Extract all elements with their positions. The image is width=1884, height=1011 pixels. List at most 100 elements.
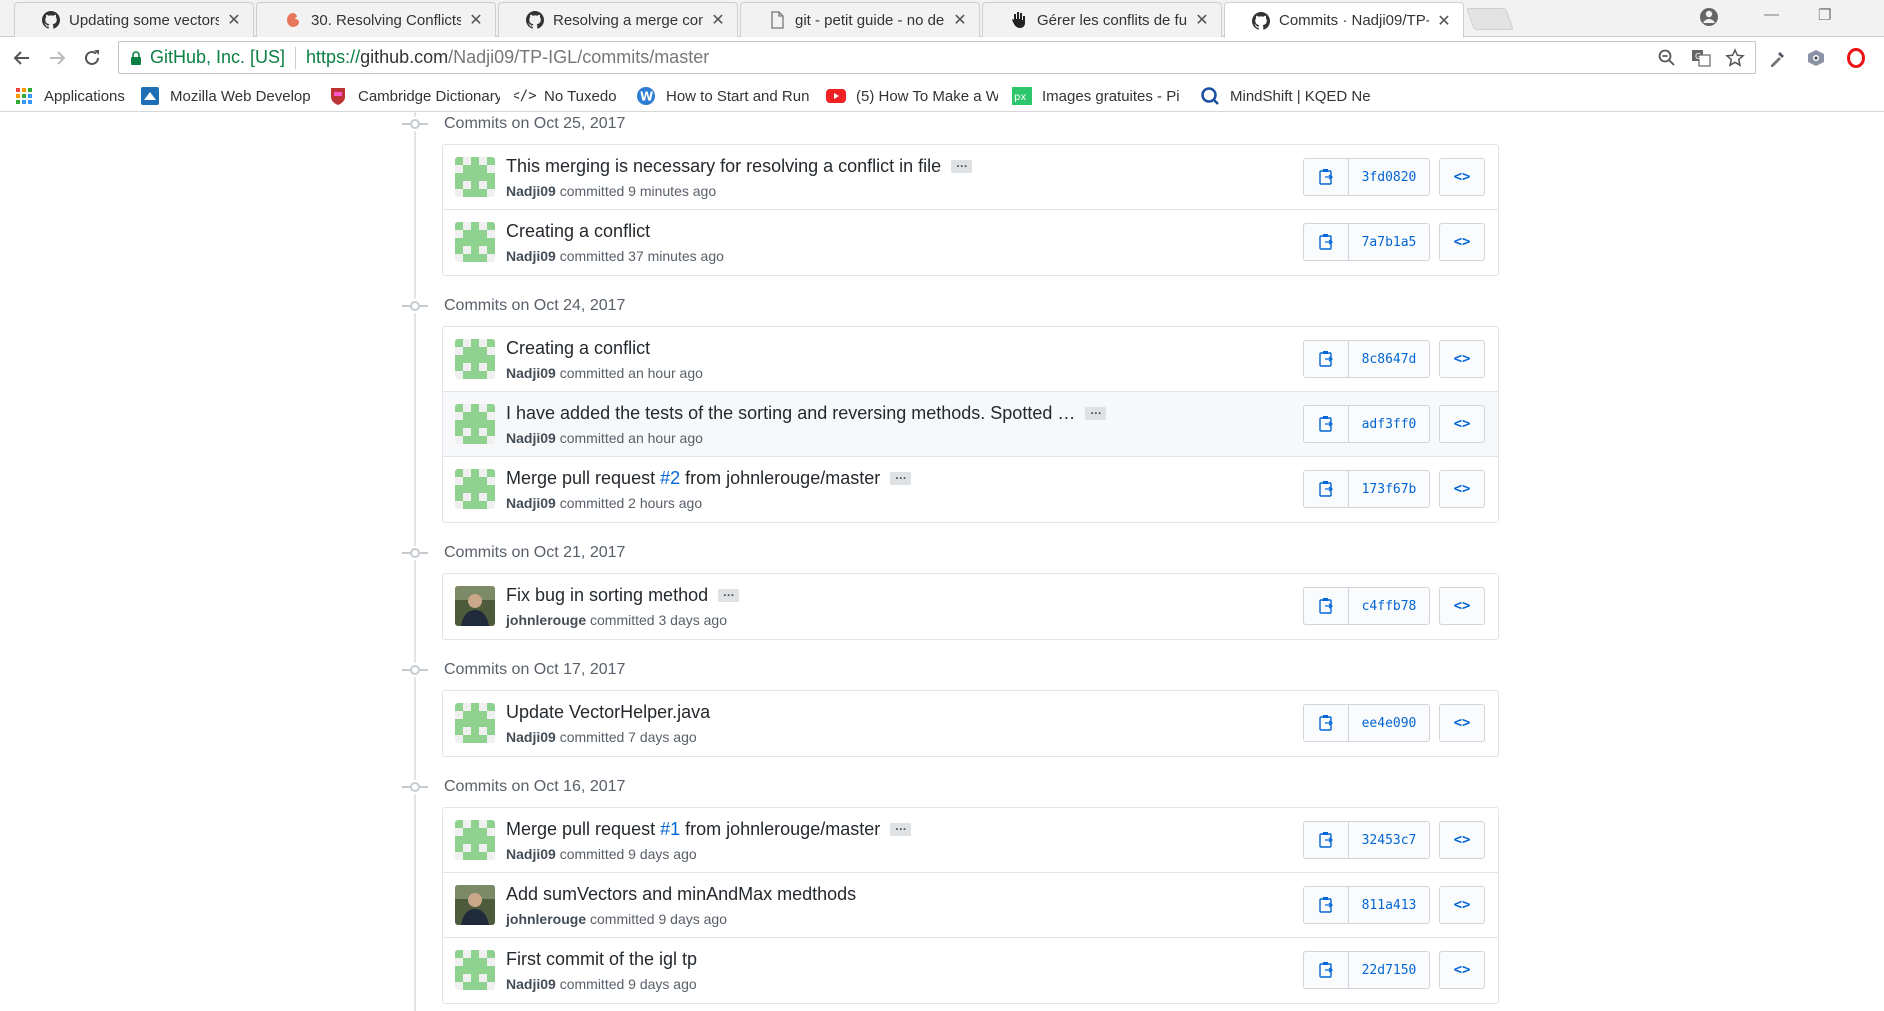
bookmark-item[interactable]: W How to Start and Run xyxy=(636,85,810,107)
clipboard-icon[interactable] xyxy=(1304,471,1349,507)
commit-title-link[interactable]: Fix bug in sorting method xyxy=(506,585,708,606)
clipboard-icon[interactable] xyxy=(1304,159,1349,195)
avatar[interactable] xyxy=(455,703,495,743)
close-icon[interactable]: ✕ xyxy=(1195,10,1209,30)
browser-tab-active[interactable]: Commits · Nadji09/TP-IG ✕ xyxy=(1224,2,1464,38)
reload-icon[interactable] xyxy=(80,46,104,70)
commit-title-link[interactable]: Update VectorHelper.java xyxy=(506,702,710,723)
browser-tab[interactable]: Gérer les conflits de fusio ✕ xyxy=(982,2,1222,37)
commit-title-link[interactable]: from johnlerouge/master xyxy=(680,468,880,489)
author-link[interactable]: Nadji09 xyxy=(506,846,556,862)
browse-repo-button[interactable]: <> xyxy=(1439,951,1485,989)
browse-repo-button[interactable]: <> xyxy=(1439,821,1485,859)
commit-title-link[interactable]: First commit of the igl tp xyxy=(506,949,697,970)
issue-link[interactable]: #2 xyxy=(660,468,680,489)
commit-sha-link[interactable]: 22d7150 xyxy=(1349,952,1429,988)
bookmark-item[interactable]: px Images gratuites - Pi xyxy=(1012,85,1186,107)
new-tab-button[interactable] xyxy=(1465,8,1515,30)
minimize-icon[interactable]: — xyxy=(1764,6,1779,23)
author-link[interactable]: johnlerouge xyxy=(506,612,586,628)
avatar[interactable] xyxy=(455,404,495,444)
site-identity[interactable]: GitHub, Inc. [US] xyxy=(150,47,285,68)
close-icon[interactable]: ✕ xyxy=(469,10,483,30)
expand-message-button[interactable]: … xyxy=(951,157,973,173)
bookmark-item[interactable]: Cambridge Dictionary xyxy=(328,85,500,107)
author-link[interactable]: Nadji09 xyxy=(506,430,556,446)
opera-icon[interactable] xyxy=(1844,46,1868,70)
author-link[interactable]: Nadji09 xyxy=(506,976,556,992)
back-arrow-icon[interactable] xyxy=(10,46,34,70)
clipboard-icon[interactable] xyxy=(1304,224,1349,260)
commit-sha-link[interactable]: 8c8647d xyxy=(1349,341,1429,377)
commit-title-link[interactable]: Add sumVectors and minAndMax medthods xyxy=(506,884,856,905)
avatar[interactable] xyxy=(455,950,495,990)
avatar[interactable] xyxy=(455,586,495,626)
commit-title-link[interactable]: Merge pull request xyxy=(506,819,660,840)
close-icon[interactable]: ✕ xyxy=(1437,11,1451,31)
close-icon[interactable]: ✕ xyxy=(711,10,725,30)
browse-repo-button[interactable]: <> xyxy=(1439,340,1485,378)
bookmark-item[interactable]: Applications xyxy=(14,85,132,107)
bookmark-item[interactable]: (5) How To Make a W xyxy=(826,85,998,107)
clipboard-icon[interactable] xyxy=(1304,887,1349,923)
author-link[interactable]: Nadji09 xyxy=(506,365,556,381)
close-icon[interactable]: ✕ xyxy=(227,10,241,30)
lock-icon[interactable] xyxy=(130,50,142,65)
clipboard-icon[interactable] xyxy=(1304,341,1349,377)
browser-tab[interactable]: git - petit guide - no dee ✕ xyxy=(740,2,980,37)
avatar[interactable] xyxy=(455,157,495,197)
commit-sha-link[interactable]: 811a413 xyxy=(1349,887,1429,923)
author-link[interactable]: Nadji09 xyxy=(506,248,556,264)
author-link[interactable]: Nadji09 xyxy=(506,495,556,511)
browse-repo-button[interactable]: <> xyxy=(1439,223,1485,261)
bookmark-item[interactable]: Mozilla Web Develop xyxy=(140,85,312,107)
browse-repo-button[interactable]: <> xyxy=(1439,587,1485,625)
browse-repo-button[interactable]: <> xyxy=(1439,470,1485,508)
expand-message-button[interactable]: … xyxy=(1085,404,1107,420)
expand-message-button[interactable]: … xyxy=(890,469,912,485)
eye-extension-icon[interactable] xyxy=(1804,46,1828,70)
browser-tab[interactable]: Updating some vectors' ✕ xyxy=(14,2,254,37)
browser-tab[interactable]: 30. Resolving Conflicts ✕ xyxy=(256,2,496,37)
expand-message-button[interactable]: … xyxy=(890,820,912,836)
commit-sha-link[interactable]: 173f67b xyxy=(1349,471,1429,507)
eyedropper-icon[interactable] xyxy=(1766,46,1790,70)
browse-repo-button[interactable]: <> xyxy=(1439,158,1485,196)
bookmark-item[interactable]: </> No Tuxedo xyxy=(514,85,626,107)
commit-sha-link[interactable]: ee4e090 xyxy=(1349,705,1429,741)
clipboard-icon[interactable] xyxy=(1304,406,1349,442)
avatar[interactable] xyxy=(455,469,495,509)
profile-icon[interactable] xyxy=(1697,5,1721,34)
clipboard-icon[interactable] xyxy=(1304,952,1349,988)
author-link[interactable]: johnlerouge xyxy=(506,911,586,927)
forward-arrow-icon[interactable] xyxy=(45,46,69,70)
browse-repo-button[interactable]: <> xyxy=(1439,704,1485,742)
commit-title-link[interactable]: Creating a conflict xyxy=(506,338,650,359)
commit-sha-link[interactable]: 7a7b1a5 xyxy=(1349,224,1429,260)
commit-title-link[interactable]: I have added the tests of the sorting an… xyxy=(506,403,1075,424)
browser-tab[interactable]: Resolving a merge confli ✕ xyxy=(498,2,738,37)
commit-sha-link[interactable]: 32453c7 xyxy=(1349,822,1429,858)
avatar[interactable] xyxy=(455,339,495,379)
address-bar[interactable]: GitHub, Inc. [US] https:// github.com /N… xyxy=(118,41,1756,74)
commit-title-link[interactable]: This merging is necessary for resolving … xyxy=(506,156,941,177)
clipboard-icon[interactable] xyxy=(1304,588,1349,624)
commit-sha-link[interactable]: adf3ff0 xyxy=(1349,406,1429,442)
browse-repo-button[interactable]: <> xyxy=(1439,405,1485,443)
issue-link[interactable]: #1 xyxy=(660,819,680,840)
author-link[interactable]: Nadji09 xyxy=(506,729,556,745)
commit-title-link[interactable]: from johnlerouge/master xyxy=(680,819,880,840)
commit-title-link[interactable]: Merge pull request xyxy=(506,468,660,489)
avatar[interactable] xyxy=(455,820,495,860)
commit-sha-link[interactable]: c4ffb78 xyxy=(1349,588,1429,624)
expand-message-button[interactable]: … xyxy=(718,586,740,602)
zoom-icon[interactable] xyxy=(1657,48,1677,73)
translate-icon[interactable]: G xyxy=(1691,48,1711,73)
bookmark-item[interactable]: MindShift | KQED Ne xyxy=(1200,85,1372,107)
restore-icon[interactable]: ❐ xyxy=(1818,6,1831,24)
commit-title-link[interactable]: Creating a conflict xyxy=(506,221,650,242)
browse-repo-button[interactable]: <> xyxy=(1439,886,1485,924)
star-icon[interactable] xyxy=(1725,48,1745,73)
close-icon[interactable]: ✕ xyxy=(953,10,967,30)
author-link[interactable]: Nadji09 xyxy=(506,183,556,199)
